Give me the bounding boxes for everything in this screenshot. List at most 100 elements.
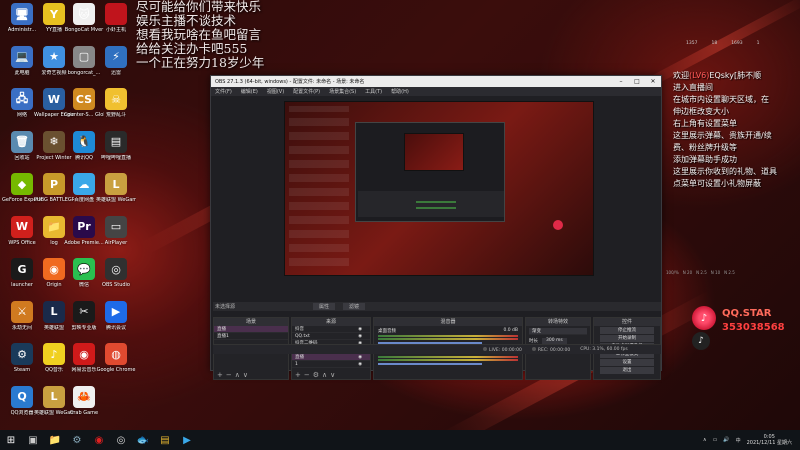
chat-message: 这里展示你收到的礼物、道具 bbox=[673, 167, 777, 176]
obs-menu-item[interactable]: 视图(V) bbox=[267, 88, 284, 95]
chat-stat: 18 bbox=[711, 41, 718, 46]
netease-music-icon: ◉ bbox=[73, 343, 95, 365]
qq-browser-icon: Q bbox=[11, 385, 33, 408]
desktop-shortcut[interactable]: L 英雄联盟 WeGame版 bbox=[96, 173, 136, 203]
scenes-dock-title: 场景 bbox=[214, 318, 288, 326]
netease-taskbar-icon[interactable]: ◉ bbox=[92, 433, 106, 447]
desktop-shortcut[interactable]: ▤ 哔哩哔哩直播 bbox=[96, 130, 136, 161]
filters-button[interactable]: 滤镜 bbox=[343, 303, 366, 310]
source-item[interactable]: 直播 ◉ bbox=[292, 354, 370, 361]
system-tray: ∧ ▭ 🔊 中 0:05 2021/12/11 星期六 bbox=[703, 434, 800, 446]
this-pc-icon: 💻 bbox=[11, 45, 33, 68]
volume-meter bbox=[378, 338, 518, 340]
baidu-pan-icon: ☁ bbox=[73, 173, 95, 195]
bilibili-taskbar-icon[interactable]: ▶ bbox=[180, 433, 194, 447]
source-item[interactable]: 1 ◉ bbox=[292, 361, 370, 368]
chat-message: 费、粉丝牌升级等 bbox=[673, 143, 737, 152]
file-explorer-icon[interactable]: 📁 bbox=[48, 433, 62, 447]
scenes-dock-controls[interactable]: +−∧∨ bbox=[214, 371, 288, 379]
nested-desktop-icons bbox=[289, 106, 349, 266]
chat-message: 这里展示弹幕、贵族开通/续 bbox=[673, 131, 772, 140]
transition-type-select[interactable]: 渐变 bbox=[529, 328, 587, 335]
obs-menu-bar: 文件(F) 编辑(E) 视图(V) 配置文件(P) 场景集合(S) 工具(T) 帮助(H) bbox=[211, 87, 661, 96]
task-view-icon[interactable]: ▣ bbox=[26, 433, 40, 447]
control-button[interactable]: 设置 bbox=[600, 359, 654, 366]
steam-taskbar-icon[interactable]: ⚙ bbox=[70, 433, 84, 447]
volume-meter bbox=[378, 359, 518, 361]
brawl-icon: ☠ bbox=[105, 88, 127, 110]
eye-icon[interactable]: ◉ bbox=[358, 333, 362, 340]
crab-game-icon: 🦀 bbox=[73, 385, 95, 408]
source-toolbar: 未选择源 属性 滤镜 bbox=[213, 302, 661, 311]
chat-tag: N 20 bbox=[682, 270, 693, 275]
obs-menu-item[interactable]: 场景集合(S) bbox=[329, 88, 356, 95]
obs-title-bar[interactable]: OBS 27.1.3 (64-bit, windows) - 配置文件: 未命名… bbox=[211, 76, 661, 87]
wps-icon: W bbox=[11, 215, 33, 238]
mixer-track-level: 0.0 dB bbox=[503, 328, 518, 333]
clock[interactable]: 0:05 2021/12/11 星期六 bbox=[747, 434, 792, 446]
obs-menu-item[interactable]: 配置文件(P) bbox=[293, 88, 320, 95]
control-button[interactable]: 停止推流 bbox=[600, 327, 654, 334]
chat-stat: 1357 bbox=[686, 41, 698, 46]
bongocat-icon: 🐱 bbox=[73, 3, 95, 25]
scene-item[interactable]: 直播1 bbox=[214, 333, 288, 340]
desktop-shortcut[interactable]: ▶ 腾讯会议 bbox=[96, 300, 136, 331]
eye-icon[interactable]: ◉ bbox=[358, 361, 362, 368]
eye-icon[interactable]: ◉ bbox=[358, 354, 362, 361]
obs-taskbar-icon[interactable]: ◎ bbox=[114, 433, 128, 447]
maximize-icon[interactable]: □ bbox=[629, 78, 645, 85]
scene-item[interactable]: 直播 bbox=[214, 326, 288, 333]
cpu-status: CPU: 3.1%, 60.00 fps bbox=[580, 347, 628, 352]
qq-number: 353038568 bbox=[722, 322, 785, 333]
volume-tray-icon[interactable]: 🔊 bbox=[723, 437, 729, 443]
tencent-meeting-icon: ▶ bbox=[105, 300, 127, 323]
shrimp-icon bbox=[105, 3, 127, 25]
source-item[interactable]: QQ.txt ◉ bbox=[292, 333, 370, 340]
nested-preview-window bbox=[355, 122, 505, 222]
desktop-shortcut[interactable]: ⚡ 迅雷 bbox=[96, 45, 136, 76]
wallpaper-engine-icon: W bbox=[43, 88, 65, 110]
windows-start-icon[interactable]: ⊞ bbox=[4, 433, 18, 447]
desktop-shortcut[interactable]: 🦀 Crab Game bbox=[64, 385, 104, 416]
desktop-shortcut[interactable]: ☠ 荒野乱斗 bbox=[96, 88, 136, 118]
launcher-icon: G bbox=[11, 258, 33, 280]
danmaku-chat-panel: 1357 18 1693 1 欢迎(LV6)EQsky[肺不顺 进入直播间 在城市内设置聊… bbox=[666, 36, 800, 282]
desktop-shortcut-label: OBS Studio bbox=[102, 282, 130, 288]
overlay-text-line: 给给关注办卡吧555 bbox=[136, 41, 248, 56]
qq-icon: 🐧 bbox=[73, 130, 95, 153]
desktop-shortcut-label: AirPlayer bbox=[104, 239, 128, 246]
log-folder-icon: 📁 bbox=[43, 215, 65, 238]
live-status: LIVE: 00:00:00 bbox=[483, 346, 522, 353]
sources-dock-controls[interactable]: +−⚙∧∨ bbox=[292, 371, 370, 379]
ime-tray-icon[interactable]: 中 bbox=[736, 437, 741, 444]
source-item[interactable]: 抖音 ◉ bbox=[292, 326, 370, 333]
desktop-shortcut[interactable]: ▭ AirPlayer bbox=[96, 215, 136, 246]
obs-menu-item[interactable]: 帮助(H) bbox=[391, 88, 409, 95]
iqiyi-icon: ★ bbox=[43, 45, 65, 68]
eye-icon[interactable]: ◉ bbox=[358, 326, 362, 333]
douyu-taskbar-icon[interactable]: 🐟 bbox=[136, 433, 150, 447]
obs-menu-item[interactable]: 文件(F) bbox=[215, 88, 232, 95]
desktop-shortcut[interactable]: 小虾主机 bbox=[96, 3, 136, 33]
desktop-shortcut[interactable]: ◍ Google Chrome bbox=[96, 343, 136, 373]
control-button[interactable]: 开始录制 bbox=[600, 335, 654, 342]
source-item-label: QQ.txt bbox=[295, 334, 310, 339]
close-icon[interactable]: ✕ bbox=[645, 78, 661, 85]
minimize-icon[interactable]: – bbox=[613, 78, 629, 85]
desktop-shortcut[interactable]: ◎ OBS Studio bbox=[96, 258, 136, 288]
tray-arrow-icon[interactable]: ∧ bbox=[703, 437, 707, 443]
chat-stat: 1 bbox=[756, 41, 760, 46]
desktop-icon-grid: 🖥 Administr... Y YY直播 🐱 BongoCat Mver 小虾主机 💻 此电脑… bbox=[0, 0, 136, 430]
network-tray-icon[interactable]: ▭ bbox=[713, 437, 718, 443]
obs-menu-item[interactable]: 工具(T) bbox=[365, 88, 382, 95]
csgo-icon: CS bbox=[73, 88, 95, 110]
properties-button[interactable]: 属性 bbox=[313, 303, 336, 310]
volume-slider[interactable] bbox=[378, 363, 482, 365]
folder-taskbar-icon[interactable]: ▤ bbox=[158, 433, 172, 447]
control-button[interactable]: 退出 bbox=[600, 367, 654, 374]
obs-preview-canvas[interactable] bbox=[284, 101, 594, 276]
obs-window[interactable]: OBS 27.1.3 (64-bit, windows) - 配置文件: 未命名… bbox=[210, 75, 662, 380]
capcut-icon: ✂ bbox=[73, 300, 95, 323]
chat-message-list: 欢迎(LV6)EQsky[肺不顺 进入直播间 在城市内设置聊天区域，在 伸边框改变大小… bbox=[673, 70, 777, 190]
obs-menu-item[interactable]: 编辑(E) bbox=[241, 88, 258, 95]
